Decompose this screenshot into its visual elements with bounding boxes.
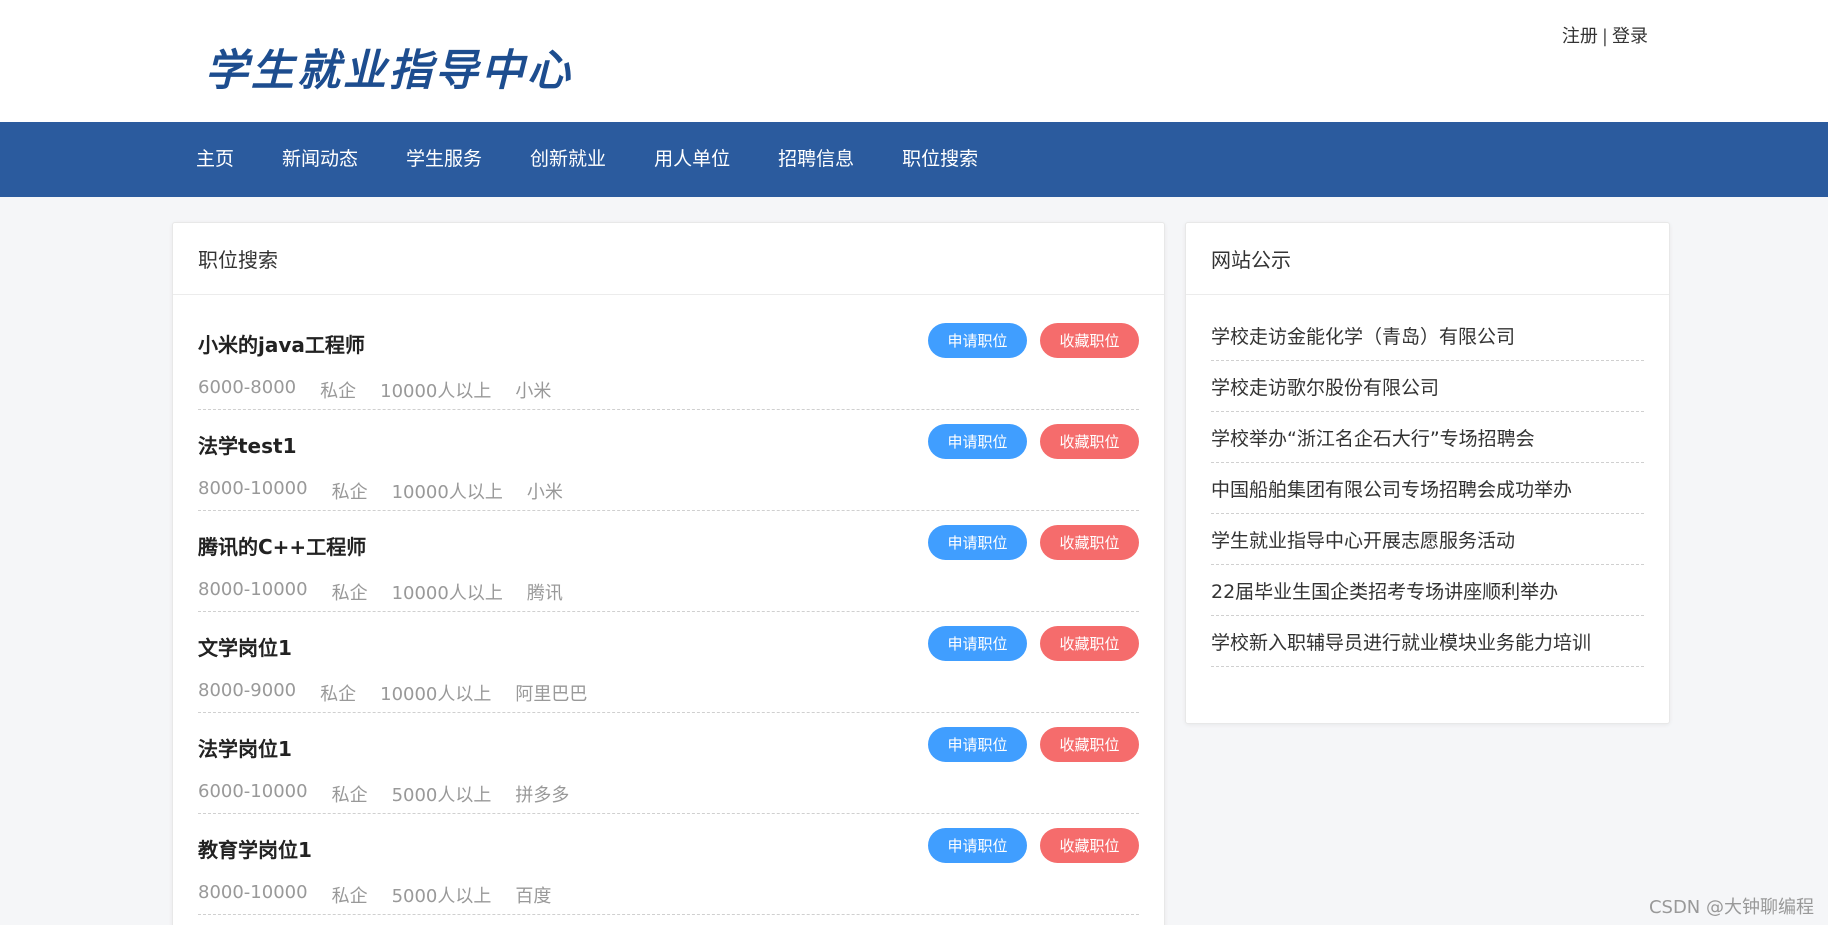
job-row: 教育学岗位1 申请职位 收藏职位 8000-10000 私企 5000人以上 百… xyxy=(198,814,1139,915)
job-title[interactable]: 法学test1 xyxy=(198,430,297,459)
job-row: 小米的java工程师 申请职位 收藏职位 6000-8000 私企 10000人… xyxy=(198,309,1139,410)
job-company-type: 私企 xyxy=(320,381,357,402)
job-company-size: 5000人以上 xyxy=(391,785,492,806)
job-meta: 8000-10000 私企 5000人以上 百度 xyxy=(198,882,575,908)
job-salary: 8000-10000 xyxy=(198,478,308,499)
job-salary: 6000-8000 xyxy=(198,377,297,398)
register-link[interactable]: 注册 xyxy=(1562,26,1598,47)
job-company-size: 5000人以上 xyxy=(391,886,492,907)
job-salary: 8000-10000 xyxy=(198,882,308,903)
job-company-type: 私企 xyxy=(320,684,357,705)
notice-item[interactable]: 中国船舶集团有限公司专场招聘会成功举办 xyxy=(1211,463,1644,514)
notice-item[interactable]: 学校举办“浙江名企石大行”专场招聘会 xyxy=(1211,412,1644,463)
notice-item[interactable]: 22届毕业生国企类招考专场讲座顺利举办 xyxy=(1211,565,1644,616)
favorite-job-button[interactable]: 收藏职位 xyxy=(1040,424,1139,459)
nav-list: 主页 新闻动态 学生服务 创新就业 用人单位 招聘信息 职位搜索 xyxy=(172,122,1002,197)
favorite-job-button[interactable]: 收藏职位 xyxy=(1040,828,1139,863)
favorite-job-button[interactable]: 收藏职位 xyxy=(1040,727,1139,762)
top-header: 学生就业指导中心 注册 | 登录 xyxy=(0,0,1828,122)
notice-item[interactable]: 学校新入职辅导员进行就业模块业务能力培训 xyxy=(1211,616,1644,667)
nav-item-home[interactable]: 主页 xyxy=(172,122,258,197)
job-meta: 8000-10000 私企 10000人以上 腾讯 xyxy=(198,579,587,605)
job-company-type: 私企 xyxy=(331,785,368,806)
job-actions: 申请职位 收藏职位 xyxy=(915,828,1139,863)
job-row: 腾讯的C++工程师 申请职位 收藏职位 8000-10000 私企 10000人… xyxy=(198,511,1139,612)
nav-item-news[interactable]: 新闻动态 xyxy=(258,122,382,197)
job-salary: 8000-9000 xyxy=(198,680,297,701)
job-title[interactable]: 法学岗位1 xyxy=(198,733,292,762)
job-title[interactable]: 腾讯的C++工程师 xyxy=(198,531,366,560)
favorite-job-button[interactable]: 收藏职位 xyxy=(1040,525,1139,560)
apply-job-button[interactable]: 申请职位 xyxy=(928,828,1027,863)
job-title[interactable]: 教育学岗位1 xyxy=(198,834,312,863)
job-row: 法学岗位1 申请职位 收藏职位 6000-10000 私企 5000人以上 拼多… xyxy=(198,713,1139,814)
nav-item-recruitment[interactable]: 招聘信息 xyxy=(754,122,878,197)
csdn-watermark: CSDN @大钟聊编程 xyxy=(1648,897,1814,918)
nav-item-student-services[interactable]: 学生服务 xyxy=(382,122,506,197)
apply-job-button[interactable]: 申请职位 xyxy=(928,525,1027,560)
job-company-size: 10000人以上 xyxy=(380,381,492,402)
job-actions: 申请职位 收藏职位 xyxy=(915,323,1139,358)
job-meta: 8000-9000 私企 10000人以上 阿里巴巴 xyxy=(198,680,611,706)
job-company: 阿里巴巴 xyxy=(515,684,588,705)
job-company-size: 10000人以上 xyxy=(391,583,503,604)
favorite-job-button[interactable]: 收藏职位 xyxy=(1040,626,1139,661)
login-link[interactable]: 登录 xyxy=(1612,26,1648,47)
nav-item-job-search[interactable]: 职位搜索 xyxy=(878,122,1002,197)
nav-item-innovation[interactable]: 创新就业 xyxy=(506,122,630,197)
job-search-panel: 职位搜索 小米的java工程师 申请职位 收藏职位 6000-8000 私企 1… xyxy=(172,222,1165,925)
notice-list: 学校走访金能化学（青岛）有限公司 学校走访歌尔股份有限公司 学校举办“浙江名企石… xyxy=(1186,295,1669,667)
job-list: 小米的java工程师 申请职位 收藏职位 6000-8000 私企 10000人… xyxy=(173,295,1164,915)
notice-item[interactable]: 学校走访金能化学（青岛）有限公司 xyxy=(1211,310,1644,361)
job-meta: 6000-8000 私企 10000人以上 小米 xyxy=(198,377,575,403)
job-company: 腾讯 xyxy=(526,583,563,604)
job-row: 法学test1 申请职位 收藏职位 8000-10000 私企 10000人以上… xyxy=(198,410,1139,511)
job-salary: 8000-10000 xyxy=(198,579,308,600)
job-row: 文学岗位1 申请职位 收藏职位 8000-9000 私企 10000人以上 阿里… xyxy=(198,612,1139,713)
job-salary: 6000-10000 xyxy=(198,781,308,802)
job-meta: 6000-10000 私企 5000人以上 拼多多 xyxy=(198,781,593,807)
job-actions: 申请职位 收藏职位 xyxy=(915,626,1139,661)
site-logo[interactable]: 学生就业指导中心 xyxy=(205,36,573,98)
notice-item[interactable]: 学生就业指导中心开展志愿服务活动 xyxy=(1211,514,1644,565)
job-title[interactable]: 小米的java工程师 xyxy=(198,329,365,358)
job-company: 拼多多 xyxy=(515,785,570,806)
job-meta: 8000-10000 私企 10000人以上 小米 xyxy=(198,478,587,504)
main-nav: 主页 新闻动态 学生服务 创新就业 用人单位 招聘信息 职位搜索 xyxy=(0,122,1828,197)
nav-item-employers[interactable]: 用人单位 xyxy=(630,122,754,197)
job-actions: 申请职位 收藏职位 xyxy=(915,525,1139,560)
notice-item[interactable]: 学校走访歌尔股份有限公司 xyxy=(1211,361,1644,412)
job-actions: 申请职位 收藏职位 xyxy=(915,424,1139,459)
job-company-type: 私企 xyxy=(331,886,368,907)
auth-separator: | xyxy=(1601,26,1608,47)
apply-job-button[interactable]: 申请职位 xyxy=(928,727,1027,762)
site-notice-panel: 网站公示 学校走访金能化学（青岛）有限公司 学校走访歌尔股份有限公司 学校举办“… xyxy=(1185,222,1670,724)
job-company-type: 私企 xyxy=(331,482,368,503)
notice-panel-title: 网站公示 xyxy=(1186,223,1669,295)
job-panel-title: 职位搜索 xyxy=(173,223,1164,295)
apply-job-button[interactable]: 申请职位 xyxy=(928,626,1027,661)
job-company-type: 私企 xyxy=(331,583,368,604)
job-company-size: 10000人以上 xyxy=(380,684,492,705)
apply-job-button[interactable]: 申请职位 xyxy=(928,323,1027,358)
job-actions: 申请职位 收藏职位 xyxy=(915,727,1139,762)
job-company-size: 10000人以上 xyxy=(391,482,503,503)
auth-links: 注册 | 登录 xyxy=(1562,22,1648,48)
favorite-job-button[interactable]: 收藏职位 xyxy=(1040,323,1139,358)
job-title[interactable]: 文学岗位1 xyxy=(198,632,292,661)
job-company: 小米 xyxy=(526,482,563,503)
job-company: 百度 xyxy=(515,886,552,907)
apply-job-button[interactable]: 申请职位 xyxy=(928,424,1027,459)
job-company: 小米 xyxy=(515,381,552,402)
